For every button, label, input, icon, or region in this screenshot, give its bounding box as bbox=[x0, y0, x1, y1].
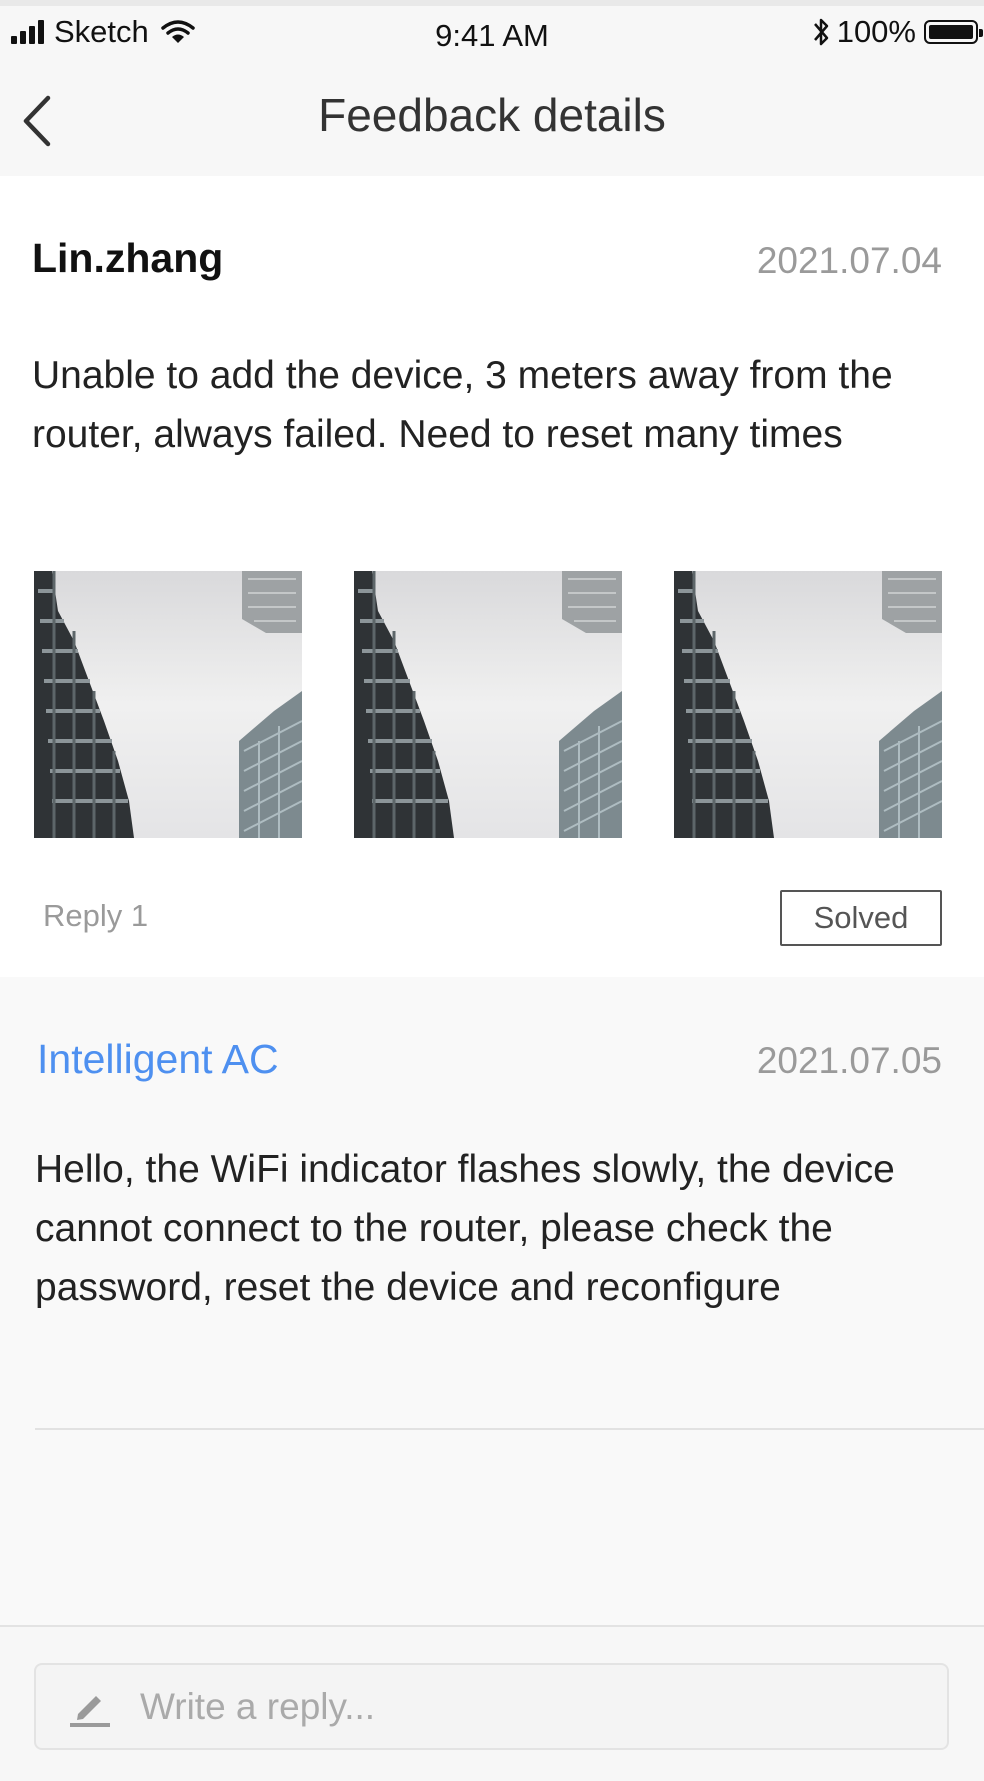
feedback-text: Unable to add the device, 3 meters away … bbox=[32, 354, 893, 456]
building-photo[interactable] bbox=[34, 571, 302, 838]
reply-text: Hello, the WiFi indicator flashes slowly… bbox=[35, 1148, 895, 1309]
nav-bar: Feedback details bbox=[0, 60, 984, 176]
reply-date: 2021.07.05 bbox=[756, 1040, 942, 1081]
reply-placeholder: Write a reply... bbox=[140, 1685, 376, 1727]
reply-count: Reply 1 bbox=[43, 898, 149, 933]
divider bbox=[35, 1428, 984, 1430]
solved-badge: Solved bbox=[780, 890, 942, 946]
feedback-photos bbox=[34, 571, 942, 838]
pencil-icon bbox=[70, 1695, 110, 1727]
building-photo[interactable] bbox=[674, 571, 942, 838]
battery-percent: 100% bbox=[836, 14, 916, 49]
reply-composer: Write a reply... bbox=[0, 1625, 984, 1781]
reply-input[interactable]: Write a reply... bbox=[34, 1663, 949, 1750]
feedback-card: Lin.zhang 2021.07.04 Unable to add the d… bbox=[0, 176, 984, 977]
reply-author: Intelligent AC bbox=[37, 1036, 279, 1082]
feedback-author: Lin.zhang bbox=[32, 235, 224, 281]
feedback-date: 2021.07.04 bbox=[756, 240, 942, 281]
building-photo[interactable] bbox=[354, 571, 622, 838]
page-title: Feedback details bbox=[318, 89, 666, 141]
reply-card: Intelligent AC 2021.07.05 Hello, the WiF… bbox=[0, 977, 984, 1627]
status-right: 100% bbox=[811, 14, 983, 50]
battery-icon bbox=[924, 20, 983, 44]
status-bar: Sketch 9:41 AM 100% bbox=[0, 6, 984, 60]
bluetooth-icon bbox=[813, 18, 828, 46]
